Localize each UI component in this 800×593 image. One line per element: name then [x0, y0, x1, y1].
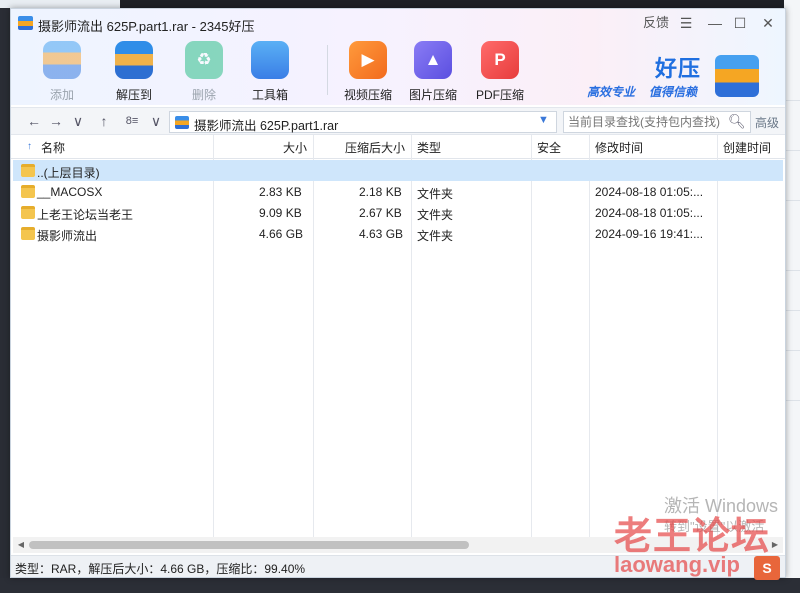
title-bar: 摄影师流出 625P.part1.rar - 2345好压 反馈 ☰ — ☐ ✕ [11, 9, 785, 37]
toolbar-separator [327, 45, 328, 95]
site-watermark: laowang.vip [614, 552, 740, 577]
column-size[interactable]: 大小 [283, 139, 307, 156]
column-created[interactable]: 创建时间 [723, 139, 771, 156]
window-title: 摄影师流出 625P.part1.rar - 2345好压 [38, 19, 255, 34]
advanced-search-link[interactable]: 高级 [755, 114, 779, 131]
extract-button[interactable]: 解压到 [97, 39, 171, 102]
column-type[interactable]: 类型 [417, 139, 441, 156]
add-archive-icon [43, 41, 81, 79]
add-label: 添加 [49, 88, 74, 102]
folder-icon [21, 206, 35, 219]
search-input[interactable] [568, 114, 720, 130]
view-mode-icon[interactable]: 8≡ [123, 112, 141, 130]
feedback-button[interactable]: 反馈 [641, 14, 671, 32]
desktop-background-right [784, 0, 800, 593]
menu-icon[interactable]: ☰ [677, 14, 695, 32]
image-compress-button[interactable]: ▲ 图片压缩 [396, 39, 470, 102]
file-size: 9.09 KB [259, 206, 302, 220]
delete-label: 删除 [191, 88, 216, 102]
history-dropdown-icon[interactable]: ∨ [69, 112, 87, 130]
forward-arrow-icon[interactable]: → [47, 112, 65, 130]
folder-icon [21, 185, 35, 198]
video-compress-button[interactable]: ▶ 视频压缩 [331, 39, 405, 102]
image-compress-label: 图片压缩 [408, 88, 457, 102]
toolbox-label: 工具箱 [251, 88, 288, 102]
video-icon: ▶ [349, 41, 387, 79]
back-arrow-icon[interactable]: ← [25, 112, 43, 130]
pdf-compress-label: PDF压缩 [475, 88, 524, 102]
app-logo-icon [18, 16, 33, 30]
file-name: ..(上层目录) [37, 166, 100, 180]
column-modified[interactable]: 修改时间 [595, 139, 643, 156]
status-text: 类型：RAR，解压后大小：4.66 GB，压缩比：99.40% [15, 562, 306, 576]
watermark-badge-icon: S [754, 556, 780, 580]
recycle-icon: ♻ [185, 41, 223, 79]
file-packed-size: 4.63 GB [359, 227, 404, 241]
search-icon[interactable]: 🔍︎ [728, 113, 746, 130]
window-header: 摄影师流出 625P.part1.rar - 2345好压 反馈 ☰ — ☐ ✕… [11, 9, 785, 105]
table-row-parent[interactable]: ..(上层目录) [13, 160, 783, 181]
brand-logo-icon [715, 55, 759, 97]
up-folder-icon[interactable]: ↑ [95, 112, 113, 130]
desktop-background-top [0, 0, 120, 8]
close-button[interactable]: ✕ [759, 14, 777, 32]
brand-slogan-2: 值得信赖 [649, 85, 698, 99]
file-type: 文件夹 [417, 187, 454, 201]
file-packed-size: 2.18 KB [359, 185, 402, 199]
file-name: 摄影师流出 [37, 229, 98, 243]
brand-name: 好压 [655, 56, 702, 81]
file-size: 2.83 KB [259, 185, 302, 199]
brand-slogan-1: 高效专业 [587, 85, 636, 99]
delete-button[interactable]: ♻ 删除 [167, 39, 241, 102]
table-row[interactable]: __MACOSX 2.83 KB 2.18 KB 文件夹 2024-08-18 … [13, 181, 783, 202]
maximize-button[interactable]: ☐ [731, 14, 749, 32]
file-packed-size: 2.67 KB [359, 206, 402, 220]
folder-icon [21, 227, 35, 240]
add-button[interactable]: 添加 [25, 39, 99, 102]
extract-archive-icon [115, 41, 153, 79]
file-modified: 2024-08-18 01:05:... [595, 206, 704, 220]
sort-ascending-icon: ↑ [27, 141, 32, 152]
scrollbar-thumb[interactable] [29, 541, 469, 549]
view-dropdown-icon[interactable]: ∨ [147, 112, 165, 130]
brand-banner: 好压 高效专业 值得信赖 [587, 51, 777, 101]
file-modified: 2024-08-18 01:05:... [595, 185, 704, 199]
extract-label: 解压到 [115, 88, 152, 102]
path-dropdown-icon[interactable]: ▼ [538, 114, 549, 126]
column-name[interactable]: 名称 [41, 139, 65, 156]
table-row[interactable]: 摄影师流出 4.66 GB 4.63 GB 文件夹 2024-09-16 19:… [13, 223, 783, 244]
toolbox-button[interactable]: 工具箱 [233, 39, 307, 102]
pdf-compress-button[interactable]: P PDF压缩 [463, 39, 537, 102]
file-type: 文件夹 [417, 208, 454, 222]
column-packed-size[interactable]: 压缩后大小 [345, 139, 405, 156]
column-header-row: ↑ 名称 大小 压缩后大小 类型 安全 修改时间 创建时间 [11, 135, 785, 159]
pdf-icon: P [481, 41, 519, 79]
search-box: 🔍︎ [563, 111, 751, 133]
file-size: 4.66 GB [259, 227, 304, 241]
file-name: 上老王论坛当老王 [37, 208, 134, 222]
archive-icon [175, 116, 189, 129]
navigation-bar: ← → ∨ ↑ 8≡ ∨ 摄影师流出 625P.part1.rar ▼ 🔍︎ 高… [11, 107, 785, 135]
path-text: 摄影师流出 625P.part1.rar [194, 119, 339, 133]
file-modified: 2024-09-16 19:41:... [595, 227, 704, 241]
path-field[interactable]: 摄影师流出 625P.part1.rar ▼ [169, 111, 557, 133]
scroll-left-icon[interactable]: ◀ [15, 539, 27, 551]
file-type: 文件夹 [417, 229, 454, 243]
file-list: ↑ 名称 大小 压缩后大小 类型 安全 修改时间 创建时间 ..(上层目录) _… [11, 135, 785, 537]
toolbox-icon [251, 41, 289, 79]
image-icon: ▲ [414, 41, 452, 79]
folder-icon [21, 164, 35, 177]
minimize-button[interactable]: — [706, 14, 724, 32]
desktop-taskbar-strip [0, 578, 800, 593]
file-name: __MACOSX [37, 185, 103, 199]
column-security[interactable]: 安全 [537, 139, 561, 156]
scroll-right-icon[interactable]: ▶ [769, 539, 781, 551]
video-compress-label: 视频压缩 [343, 88, 392, 102]
table-row[interactable]: 上老王论坛当老王 9.09 KB 2.67 KB 文件夹 2024-08-18 … [13, 202, 783, 223]
